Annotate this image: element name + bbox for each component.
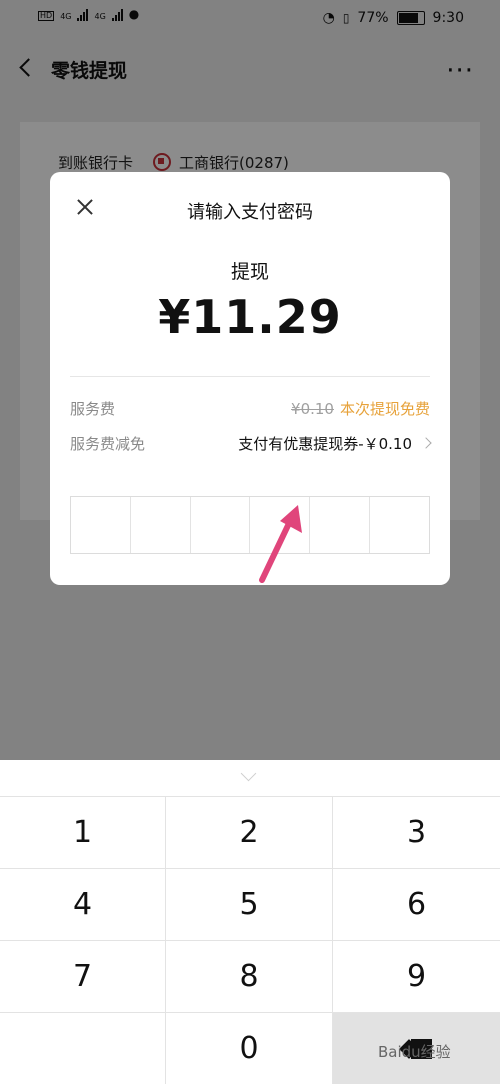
fee-reduction-value: 支付有优惠提现券-￥0.10 (238, 435, 412, 453)
password-digit-cell (71, 497, 131, 553)
key-9[interactable]: 9 (333, 941, 500, 1013)
key-4[interactable]: 4 (0, 869, 166, 941)
key-2[interactable]: 2 (166, 797, 333, 869)
fee-reduction-label: 服务费减免 (70, 435, 146, 453)
service-fee-value: ¥0.10 本次提现免费 (291, 398, 430, 419)
arrow-shaft (259, 514, 295, 583)
baidu-watermark: Baidu经验 (378, 1043, 451, 1061)
service-fee-label: 服务费 (70, 400, 116, 418)
annotation-arrow-icon (259, 505, 302, 583)
chevron-down-icon[interactable] (240, 765, 257, 782)
divider (70, 376, 430, 377)
operation-label: 提现 (230, 261, 269, 283)
key-blank (0, 1013, 166, 1084)
dialog-title: 请输入支付密码 (187, 202, 313, 223)
key-0[interactable]: 0 (166, 1013, 333, 1084)
key-1[interactable]: 1 (0, 797, 166, 869)
service-fee-row: 服务费 ¥0.10 本次提现免费 (70, 398, 430, 420)
free-fee-note: 本次提现免费 (339, 400, 430, 418)
password-digit-cell (191, 497, 251, 553)
key-5[interactable]: 5 (166, 869, 333, 941)
key-8[interactable]: 8 (166, 941, 333, 1013)
original-fee: ¥0.10 (291, 400, 334, 418)
number-keypad: 1 2 3 4 5 6 7 8 9 0 (0, 760, 500, 1084)
key-3[interactable]: 3 (333, 797, 500, 869)
fee-reduction-row[interactable]: 服务费减免 支付有优惠提现券-￥0.10 (70, 433, 432, 455)
withdraw-amount: ¥11.29 (158, 290, 342, 344)
password-digit-cell (131, 497, 191, 553)
keypad-collapse-bar[interactable] (0, 760, 500, 796)
key-6[interactable]: 6 (333, 869, 500, 941)
screen: HD 4G 4G ● ◔ ▯ 77% 9:30 零钱提现 ··· 到账银行卡 工商… (0, 0, 500, 1084)
chevron-right-icon (420, 437, 432, 449)
key-7[interactable]: 7 (0, 941, 166, 1013)
password-digit-cell (310, 497, 371, 553)
password-digit-cell (370, 497, 429, 553)
